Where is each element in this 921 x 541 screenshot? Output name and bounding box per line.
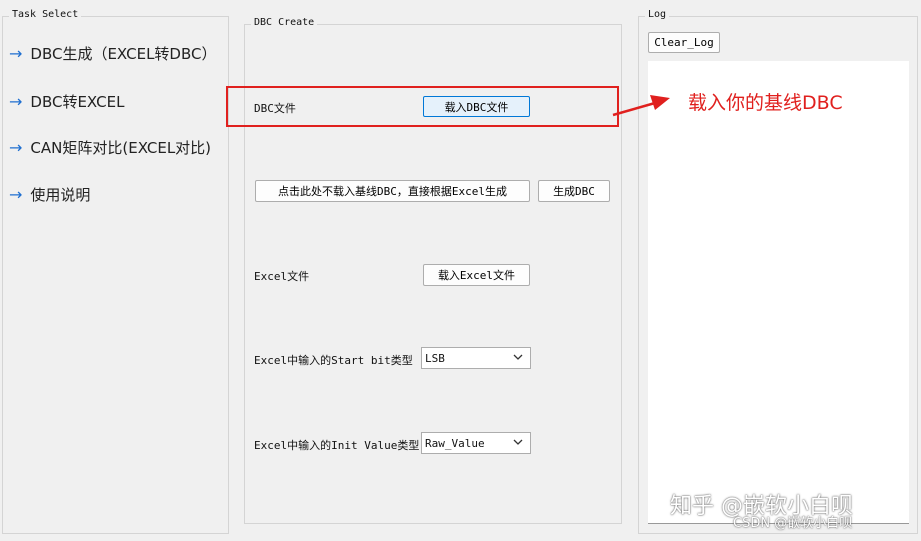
annotation-highlight-box [226,86,619,127]
init-value-label: Excel中输入的Init Value类型 [254,439,420,452]
task-item-instructions[interactable]: → 使用说明 [9,184,90,205]
arrow-right-icon: → [9,44,23,63]
clear-log-button[interactable]: Clear_Log [648,32,720,53]
direct-generate-button[interactable]: 点击此处不载入基线DBC，直接根据Excel生成 [255,180,530,202]
watermark-csdn: CSDN @嵌软小白呗 [733,516,853,531]
task-select-group: Task Select → DBC生成（EXCEL转DBC） → DBC转EXC… [2,9,229,534]
generate-dbc-button[interactable]: 生成DBC [538,180,610,202]
task-item-label: 使用说明 [30,186,91,204]
start-bit-label: Excel中输入的Start bit类型 [254,354,413,367]
log-title: Log [645,9,670,20]
start-bit-select[interactable]: LSB [421,347,531,369]
init-value-value: Raw_Value [425,436,485,450]
arrow-right-icon: → [9,185,23,204]
log-output-area[interactable] [648,61,909,523]
excel-file-label: Excel文件 [254,270,310,283]
task-item-dbc-to-excel[interactable]: → DBC转EXCEL [9,91,124,112]
task-select-title: Task Select [9,9,82,20]
task-item-can-matrix-compare[interactable]: → CAN矩阵对比(EXCEL对比) [9,137,211,158]
chevron-down-icon [513,439,523,445]
arrow-right-icon: → [9,92,23,111]
load-excel-button[interactable]: 载入Excel文件 [423,264,530,286]
chevron-down-icon [513,354,523,360]
task-item-label: DBC生成（EXCEL转DBC） [30,45,217,63]
task-item-label: CAN矩阵对比(EXCEL对比) [30,139,212,157]
init-value-select[interactable]: Raw_Value [421,432,531,454]
start-bit-value: LSB [425,351,445,365]
task-item-label: DBC转EXCEL [30,93,125,111]
dbc-create-title: DBC Create [251,17,318,28]
task-item-excel-to-dbc[interactable]: → DBC生成（EXCEL转DBC） [9,43,216,64]
annotation-text: 载入你的基线DBC [688,92,843,114]
arrow-right-icon: → [9,138,23,157]
